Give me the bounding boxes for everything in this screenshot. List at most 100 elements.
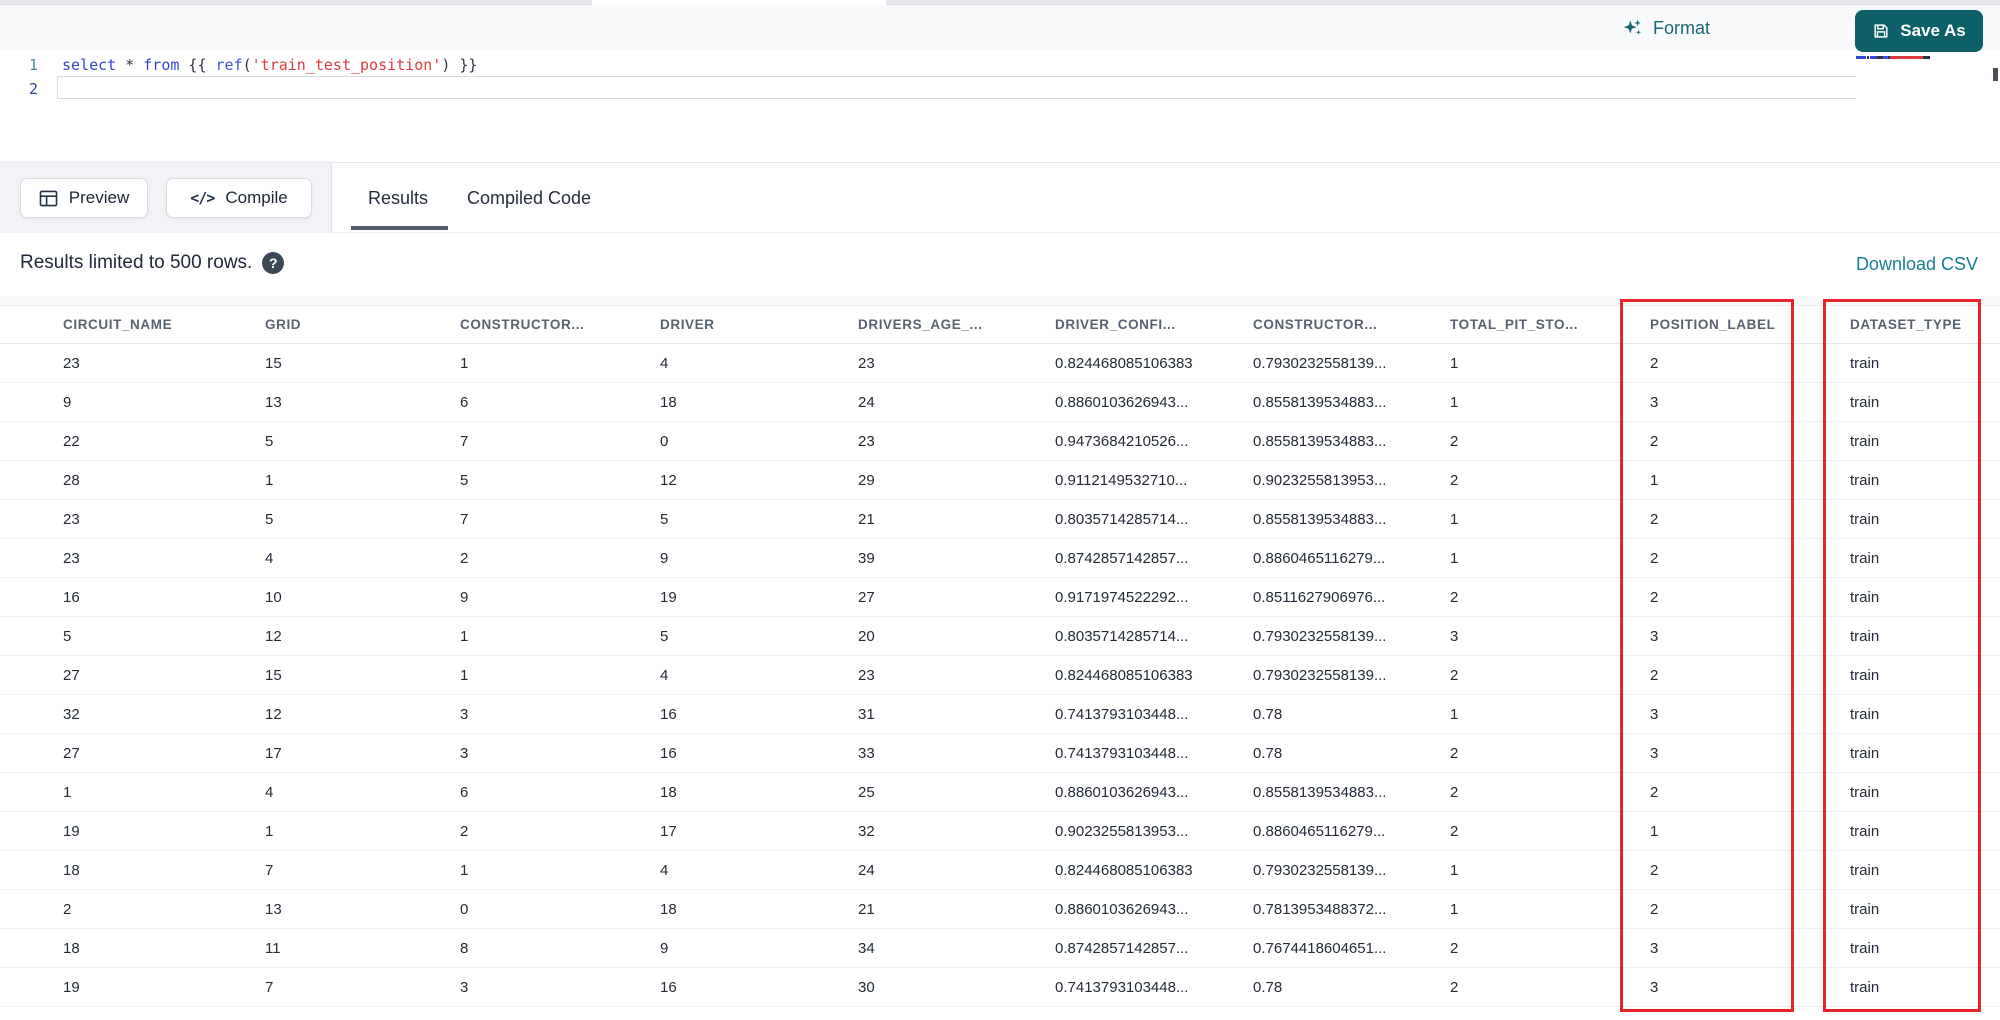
editor-minimap[interactable] [1856,54,1990,154]
code-line-1[interactable]: 1 select * from {{ ref('train_test_posit… [0,53,477,77]
column-header-total-pit-sto: TOTAL_PIT_STO... [1450,317,1579,332]
table-cell: 0.8860103626943... [1055,783,1189,801]
table-cell: 4 [265,783,274,801]
column-header-drivers-age: DRIVERS_AGE_... [858,317,983,332]
active-line-highlight[interactable] [57,76,1968,99]
sql-token-plain: {{ [179,56,216,74]
table-cell: 17 [660,822,677,840]
table-cell: 0.8558139534883... [1253,432,1387,450]
table-cell: 12 [660,471,677,489]
minimap-code-line [1856,56,1990,59]
table-cell: 12 [265,627,282,645]
table-cell: 0.9023255813953... [1055,822,1189,840]
table-cell: 23 [858,666,875,684]
table-cell: 2 [1450,939,1459,957]
table-cell: 0.8860103626943... [1055,900,1189,918]
table-cell: 0.7674418604651... [1253,939,1387,957]
table-cell: 32 [63,705,80,723]
table-cell: train [1850,939,1880,957]
table-cell: 5 [660,627,669,645]
column-header-constructor: CONSTRUCTOR... [1253,317,1378,332]
save-as-button[interactable]: Save As [1855,10,1983,52]
table-cell: train [1850,783,1880,801]
compile-button[interactable]: </> Compile [166,178,312,218]
format-button[interactable]: Format [1622,13,1710,43]
table-cell: 3 [1650,939,1659,957]
scrollbar-handle[interactable] [1993,68,1998,81]
table-cell: 12 [265,705,282,723]
column-header-dataset-type: DATASET_TYPE [1850,317,1962,332]
table-cell: 1 [460,861,469,879]
table-cell: 0 [460,900,469,918]
table-row: 23 4 2 9 39 0.8742857142857... 0.8860465116279… [0,539,2000,578]
table-cell: 19 [63,822,80,840]
download-csv-link[interactable]: Download CSV [1856,254,1978,275]
table-cell: 0 [660,432,669,450]
dbt-ide-page: Format Save As 1 select * from {{ ref('t… [0,0,2000,1020]
table-row: 18 11 8 9 34 0.8742857142857... 0.767441860465… [0,929,2000,968]
table-cell: 7 [460,510,469,528]
table-cell: 2 [1450,978,1459,996]
table-cell: 23 [858,432,875,450]
table-row: 18 7 1 4 24 0.824468085106383 0.7930232558139.… [0,851,2000,890]
table-cell: 1 [1450,705,1459,723]
table-cell: train [1850,705,1880,723]
table-row: 2 13 0 18 21 0.8860103626943... 0.781395348837… [0,890,2000,929]
table-cell: 2 [1450,471,1459,489]
table-cell: 9 [63,393,72,411]
table-cell: 3 [1650,393,1659,411]
table-cell: 18 [660,900,677,918]
sql-token-plain: ) }} [441,56,478,74]
table-cell: train [1850,549,1880,567]
sql-token-keyword: from [143,56,180,74]
table-row: 32 12 3 16 31 0.7413793103448... 0.78 1 3 train [0,695,2000,734]
sparkles-icon [1622,17,1644,39]
table-cell: 0.7930232558139... [1253,666,1387,684]
tab-results[interactable]: Results [368,163,428,233]
editor-header: Format Save As [0,5,2000,52]
help-icon[interactable]: ? [262,252,285,274]
table-cell: 0.8860465116279... [1253,822,1386,840]
table-cell: 18 [660,783,677,801]
table-cell: 27 [858,588,875,606]
table-cell: 15 [265,666,282,684]
table-cell: train [1850,432,1880,450]
column-header-position-label: POSITION_LABEL [1650,317,1776,332]
column-header-grid: GRID [265,317,302,332]
table-cell: 25 [858,783,875,801]
table-cell: 1 [265,822,274,840]
sql-token-operator: * [125,56,135,74]
table-cell: 0.8558139534883... [1253,783,1387,801]
table-cell: train [1850,861,1880,879]
table-cell: 0.7813953488372... [1253,900,1387,918]
table-cell: 19 [63,978,80,996]
table-cell: 0.8035714285714... [1055,627,1189,645]
table-cell: 21 [858,510,875,528]
column-header-circuit-name: CIRCUIT_NAME [63,317,173,332]
table-cell: 0.9112149532710... [1055,471,1188,489]
sql-editor[interactable]: 1 select * from {{ ref('train_test_posit… [0,50,2000,163]
sql-token-plain [134,56,143,74]
table-cell: 2 [460,549,469,567]
sql-code-line[interactable]: select * from {{ ref('train_test_positio… [38,53,477,77]
table-row: 23 5 7 5 21 0.8035714285714... 0.8558139534883… [0,500,2000,539]
preview-button[interactable]: Preview [20,178,148,218]
table-cell: 18 [660,393,677,411]
table-grid-icon [39,190,58,207]
table-cell: 32 [858,822,875,840]
table-cell: 10 [265,588,282,606]
table-cell: 39 [858,549,875,567]
table-cell: 15 [265,354,282,372]
table-cell: 1 [460,666,469,684]
code-line-2[interactable]: 2 [0,77,38,101]
table-cell: 2 [63,900,72,918]
table-cell: 28 [63,471,80,489]
table-cell: 0.78 [1253,978,1283,996]
tab-compiled-code[interactable]: Compiled Code [467,163,591,233]
table-cell: 13 [265,393,282,411]
table-cell: 0.8558139534883... [1253,393,1387,411]
table-cell: 2 [1650,549,1659,567]
minimap-token [1923,56,1930,59]
results-table: CIRCUIT_NAME GRID CONSTRUCTOR... DRIVER DRIV… [0,296,2000,1020]
table-cell: 1 [265,471,274,489]
